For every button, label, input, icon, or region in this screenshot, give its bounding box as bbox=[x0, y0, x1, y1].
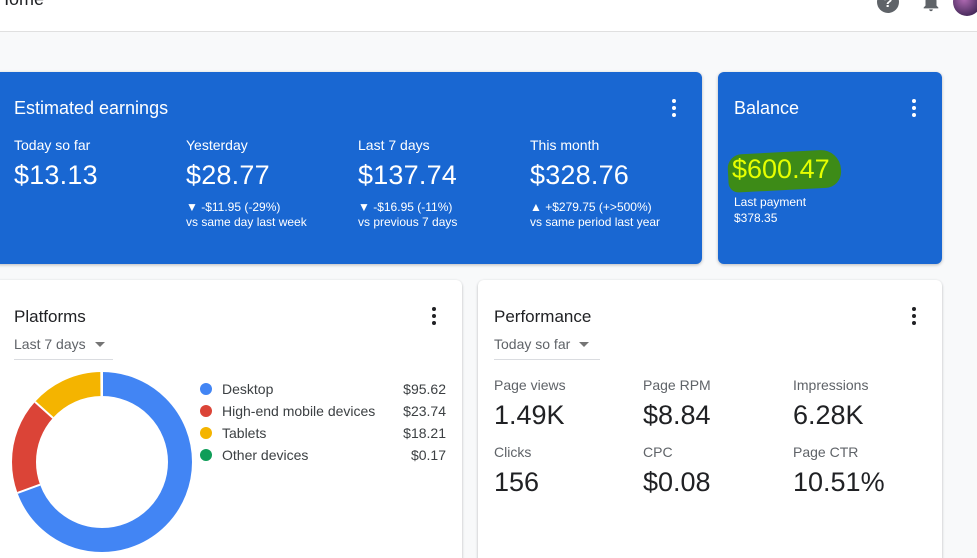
legend-dot-icon bbox=[200, 449, 212, 461]
earnings-label: Today so far bbox=[14, 137, 91, 153]
last-payment-label: Last payment bbox=[734, 195, 807, 209]
metric-page-views: Page views 1.49K bbox=[494, 377, 634, 431]
earnings-delta: ▼ -$11.95 (-29%) bbox=[186, 200, 281, 214]
earnings-value: $28.77 bbox=[186, 160, 270, 190]
earnings-label: This month bbox=[530, 137, 600, 153]
metric-label: Page views bbox=[494, 377, 566, 393]
earnings-compare: vs previous 7 days bbox=[358, 215, 458, 229]
estimated-earnings-title: Estimated earnings bbox=[14, 98, 169, 118]
performance-card: Performance Today so far Page views 1.49… bbox=[478, 280, 942, 558]
avatar[interactable] bbox=[953, 0, 977, 16]
performance-range-dropdown[interactable]: Today so far bbox=[494, 336, 600, 360]
dropdown-label: Last 7 days bbox=[14, 336, 86, 352]
metric-page-rpm: Page RPM $8.84 bbox=[643, 377, 783, 431]
metric-label: Page CTR bbox=[793, 444, 859, 460]
last-payment-value: $378.35 bbox=[734, 211, 778, 225]
legend-value: $18.21 bbox=[403, 425, 446, 441]
metric-clicks: Clicks 156 bbox=[494, 444, 634, 498]
balance-value: $600.47 bbox=[732, 154, 830, 184]
dropdown-label: Today so far bbox=[494, 336, 571, 352]
legend-item: Desktop $95.62 bbox=[200, 378, 446, 400]
more-vert-icon[interactable] bbox=[904, 304, 924, 328]
dropdown-caret-icon bbox=[579, 341, 590, 347]
legend-name: Tablets bbox=[222, 425, 267, 441]
performance-title: Performance bbox=[494, 307, 592, 326]
platforms-donut-chart bbox=[12, 371, 192, 552]
earnings-this-month: This month $328.76 ▲ +$279.75 (+>500%) v… bbox=[530, 137, 700, 230]
earnings-label: Last 7 days bbox=[358, 137, 430, 153]
metric-label: CPC bbox=[643, 444, 673, 460]
platforms-range-dropdown[interactable]: Last 7 days bbox=[14, 336, 113, 360]
metric-impressions: Impressions 6.28K bbox=[793, 377, 933, 431]
estimated-earnings-card: Estimated earnings Today so far $13.13 Y… bbox=[0, 72, 702, 264]
earnings-delta: ▲ +$279.75 (+>500%) bbox=[530, 200, 652, 214]
help-icon[interactable]: ? bbox=[877, 0, 899, 13]
dropdown-caret-icon bbox=[94, 341, 105, 347]
legend-value: $23.74 bbox=[403, 403, 446, 419]
metric-value: $0.08 bbox=[643, 467, 711, 497]
balance-title: Balance bbox=[734, 98, 800, 118]
metric-value: 156 bbox=[494, 467, 540, 497]
more-vert-icon[interactable] bbox=[424, 304, 444, 328]
bell-icon[interactable] bbox=[920, 0, 942, 13]
earnings-compare: vs same day last week bbox=[186, 215, 307, 229]
earnings-compare: vs same period last year bbox=[530, 215, 661, 229]
earnings-value: $137.74 bbox=[358, 160, 457, 190]
earnings-yesterday: Yesterday $28.77 ▼ -$11.95 (-29%) vs sam… bbox=[186, 137, 356, 230]
platforms-title: Platforms bbox=[14, 307, 86, 326]
legend-dot-icon bbox=[200, 405, 212, 417]
earnings-delta: ▼ -$16.95 (-11%) bbox=[358, 200, 453, 214]
legend-value: $95.62 bbox=[403, 381, 446, 397]
metric-value: 1.49K bbox=[494, 400, 565, 430]
metric-label: Page RPM bbox=[643, 377, 711, 393]
metric-cpc: CPC $0.08 bbox=[643, 444, 783, 498]
legend-value: $0.17 bbox=[410, 447, 446, 463]
legend-name: High-end mobile devices bbox=[222, 403, 376, 419]
more-vert-icon[interactable] bbox=[664, 96, 684, 120]
legend-dot-icon bbox=[200, 427, 212, 439]
metric-page-ctr: Page CTR 10.51% bbox=[793, 444, 933, 498]
earnings-today: Today so far $13.13 bbox=[14, 137, 184, 191]
earnings-value: $328.76 bbox=[530, 160, 629, 190]
legend-item: High-end mobile devices $23.74 bbox=[200, 400, 446, 422]
legend-item: Other devices $0.17 bbox=[200, 444, 446, 466]
earnings-value: $13.13 bbox=[14, 160, 98, 190]
legend-name: Desktop bbox=[222, 381, 274, 397]
earnings-label: Yesterday bbox=[186, 137, 248, 153]
platforms-legend: Desktop $95.62 High-end mobile devices $23.… bbox=[200, 378, 446, 466]
top-bar: Home ? bbox=[0, 0, 977, 32]
legend-dot-icon bbox=[200, 383, 212, 395]
top-icons: ? bbox=[877, 0, 977, 16]
metric-value: 10.51% bbox=[793, 467, 885, 497]
earnings-last-7-days: Last 7 days $137.74 ▼ -$16.95 (-11%) vs … bbox=[358, 137, 528, 230]
metric-value: 6.28K bbox=[793, 400, 864, 430]
metric-value: $8.84 bbox=[643, 400, 711, 430]
metric-label: Impressions bbox=[793, 377, 869, 393]
balance-card: Balance $600.47 Last payment $378.35 bbox=[718, 72, 942, 264]
legend-name: Other devices bbox=[222, 447, 309, 463]
metric-label: Clicks bbox=[494, 444, 532, 460]
legend-item: Tablets $18.21 bbox=[200, 422, 446, 444]
more-vert-icon[interactable] bbox=[904, 96, 924, 120]
page-title: Home bbox=[0, 0, 44, 10]
